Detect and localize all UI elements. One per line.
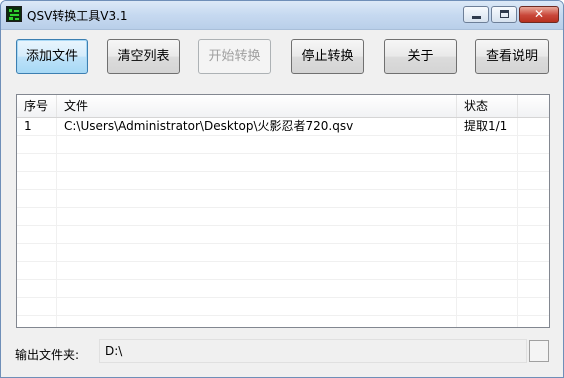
output-folder-browse[interactable] [529,340,549,362]
empty-row [17,136,549,154]
app-window: QSV转换工具V3.1 ✕ 添加文件 清空列表 开始转换 停止转换 关于 查看说… [0,0,564,378]
output-folder-label: 输出文件夹: [15,348,80,362]
list-body: 1 C:\Users\Administrator\Desktop\火影忍者720… [17,118,549,327]
maximize-button[interactable] [491,6,517,23]
empty-row [17,172,549,190]
empty-row [17,280,549,298]
minimize-button[interactable] [463,6,489,23]
stop-convert-button[interactable]: 停止转换 [291,39,364,74]
column-header-file[interactable]: 文件 [57,95,457,117]
close-button[interactable]: ✕ [519,6,559,23]
row-index: 1 [17,118,57,136]
maximize-icon [500,10,509,18]
row-status: 提取1/1 [457,118,518,136]
output-folder-field[interactable]: D:\ [99,339,527,363]
clear-list-button[interactable]: 清空列表 [107,39,180,74]
close-icon: ✕ [533,7,545,21]
minimize-icon [472,16,481,19]
empty-row [17,208,549,226]
about-button[interactable]: 关于 [384,39,457,74]
empty-row [17,226,549,244]
start-convert-button[interactable]: 开始转换 [198,39,271,74]
table-row[interactable]: 1 C:\Users\Administrator\Desktop\火影忍者720… [17,118,549,136]
empty-row [17,244,549,262]
app-icon [6,6,22,22]
title-bar[interactable]: QSV转换工具V3.1 ✕ [1,1,563,30]
list-header: 序号 文件 状态 [17,95,549,118]
add-file-button[interactable]: 添加文件 [16,39,88,74]
empty-row [17,316,549,327]
file-list[interactable]: 序号 文件 状态 1 C:\Users\Administrator\Deskto… [16,94,550,328]
column-header-extra[interactable] [518,95,549,117]
empty-row [17,298,549,316]
empty-row [17,190,549,208]
empty-row [17,154,549,172]
column-header-index[interactable]: 序号 [17,95,57,117]
empty-row [17,262,549,280]
view-help-button[interactable]: 查看说明 [475,39,549,74]
column-header-status[interactable]: 状态 [457,95,518,117]
row-extra [518,118,549,136]
row-file-path: C:\Users\Administrator\Desktop\火影忍者720.q… [57,118,457,136]
window-title: QSV转换工具V3.1 [27,9,128,23]
